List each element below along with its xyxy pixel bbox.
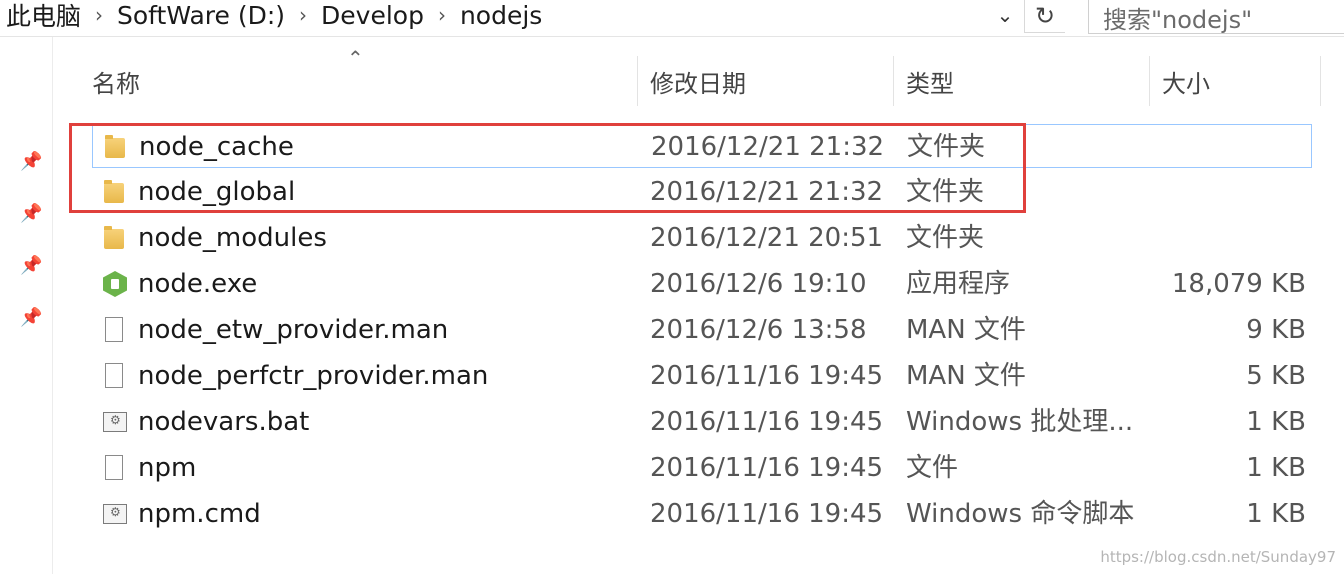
breadcrumb-develop[interactable]: Develop	[315, 1, 430, 30]
breadcrumb-chevron-icon[interactable]: ›	[430, 3, 454, 27]
file-row[interactable]: node_etw_provider.man 2016/12/6 13:58 MA…	[92, 308, 1312, 352]
file-type: 文件夹	[906, 223, 985, 253]
file-date: 2016/11/16 19:45	[650, 499, 884, 529]
file-type: MAN 文件	[906, 361, 1026, 391]
file-size: 18,079 KB	[1171, 269, 1306, 299]
pin-icon[interactable]: 📌	[20, 203, 42, 225]
file-name: npm	[138, 453, 197, 483]
file-icon	[100, 454, 128, 482]
file-name: npm.cmd	[138, 499, 261, 529]
file-date: 2016/11/16 19:45	[650, 453, 884, 483]
navigation-pane: 📌 📌 📌 📌	[0, 37, 53, 574]
file-row[interactable]: node.exe 2016/12/6 19:10 应用程序 18,079 KB	[92, 262, 1312, 306]
folder-icon	[100, 224, 128, 252]
file-row[interactable]: node_perfctr_provider.man 2016/11/16 19:…	[92, 354, 1312, 398]
breadcrumb-chevron-icon[interactable]: ›	[87, 3, 111, 27]
file-name: nodevars.bat	[138, 407, 310, 437]
file-type: MAN 文件	[906, 315, 1026, 345]
sort-ascending-icon: ⌃	[347, 46, 364, 70]
batch-file-icon	[100, 408, 128, 436]
search-input[interactable]: 搜索"nodejs"	[1088, 0, 1344, 34]
file-date: 2016/12/6 19:10	[650, 269, 867, 299]
address-bar[interactable]: 此电脑 › SoftWare (D:) › Develop › nodejs	[0, 0, 1062, 33]
file-size: 1 KB	[1246, 499, 1306, 529]
column-divider[interactable]	[637, 56, 638, 106]
annotation-highlight-box	[69, 123, 1026, 213]
file-size: 9 KB	[1246, 315, 1306, 345]
breadcrumb-nodejs[interactable]: nodejs	[454, 1, 548, 30]
breadcrumb-chevron-icon[interactable]: ›	[291, 3, 315, 27]
breadcrumb-drive[interactable]: SoftWare (D:)	[111, 1, 291, 30]
file-size: 5 KB	[1246, 361, 1306, 391]
column-divider[interactable]	[1320, 56, 1321, 106]
toolbar-divider	[0, 36, 1344, 37]
column-header-name[interactable]: 名称	[92, 64, 140, 99]
column-header-date[interactable]: 修改日期	[650, 64, 746, 99]
nodejs-app-icon	[100, 270, 128, 298]
file-row[interactable]: node_modules 2016/12/21 20:51 文件夹	[92, 216, 1312, 260]
watermark: https://blog.csdn.net/Sunday97	[1100, 548, 1336, 566]
file-date: 2016/12/6 13:58	[650, 315, 867, 345]
file-type: 应用程序	[906, 269, 1011, 299]
refresh-icon[interactable]: ↻	[1024, 0, 1065, 33]
breadcrumb-this-pc[interactable]: 此电脑	[0, 0, 87, 33]
file-row[interactable]: npm 2016/11/16 19:45 文件 1 KB	[92, 446, 1312, 490]
file-type: Windows 批处理...	[906, 407, 1134, 437]
file-size: 1 KB	[1246, 453, 1306, 483]
column-header-size[interactable]: 大小	[1162, 64, 1210, 99]
pin-icon[interactable]: 📌	[20, 307, 42, 329]
file-name: node_modules	[138, 223, 327, 253]
file-row[interactable]: npm.cmd 2016/11/16 19:45 Windows 命令脚本 1 …	[92, 492, 1312, 536]
file-type: Windows 命令脚本	[906, 499, 1135, 529]
file-type: 文件	[906, 453, 959, 483]
pin-icon[interactable]: 📌	[20, 255, 42, 277]
column-divider[interactable]	[893, 56, 894, 106]
file-date: 2016/11/16 19:45	[650, 407, 884, 437]
file-icon	[100, 316, 128, 344]
column-header-type[interactable]: 类型	[906, 64, 954, 99]
file-row[interactable]: nodevars.bat 2016/11/16 19:45 Windows 批处…	[92, 400, 1312, 444]
file-name: node.exe	[138, 269, 258, 299]
file-date: 2016/12/21 20:51	[650, 223, 884, 253]
file-icon	[100, 362, 128, 390]
file-date: 2016/11/16 19:45	[650, 361, 884, 391]
file-name: node_perfctr_provider.man	[138, 361, 489, 391]
address-history-dropdown-icon[interactable]: ⌄	[990, 0, 1020, 30]
file-size: 1 KB	[1246, 407, 1306, 437]
column-divider[interactable]	[1149, 56, 1150, 106]
batch-file-icon	[100, 500, 128, 528]
pin-icon[interactable]: 📌	[20, 151, 42, 173]
file-name: node_etw_provider.man	[138, 315, 449, 345]
